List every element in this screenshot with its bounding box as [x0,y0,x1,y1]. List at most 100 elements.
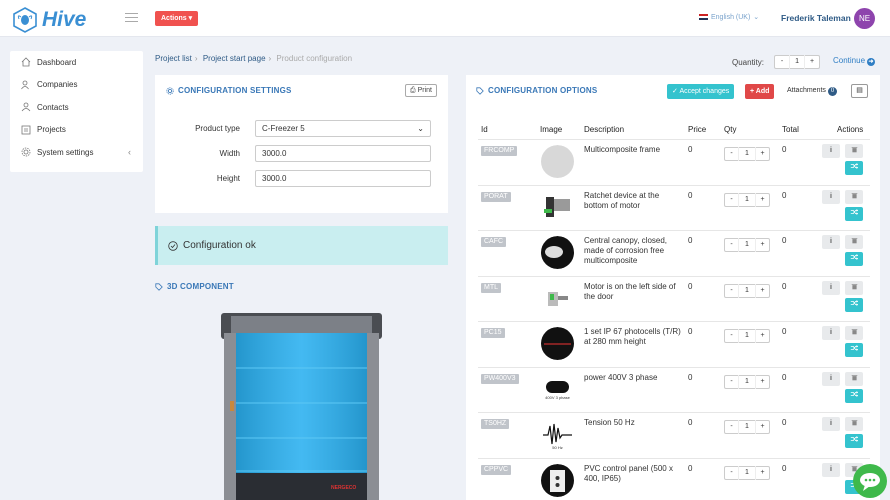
info-button[interactable]: i [822,417,840,431]
column-header-id: Id [481,125,488,134]
door-brand-text: NERGECO [331,485,356,491]
quantity-minus-button[interactable]: - [725,375,738,389]
quantity-minus-button[interactable]: - [725,466,738,480]
info-button[interactable]: i [822,371,840,386]
delete-button[interactable] [845,144,863,158]
gear-icon [166,86,174,95]
hive-logo[interactable]: Hive [12,7,86,33]
delete-button[interactable] [845,280,863,295]
quantity-input[interactable]: 1 [738,238,756,252]
replace-button[interactable] [845,161,863,175]
actions-button[interactable]: Actions ▾ [155,11,199,26]
quantity-plus-button[interactable]: + [756,238,769,252]
column-header-qty: Qty [724,125,737,134]
configuration-options-title: CONFIGURATION OPTIONS [476,86,597,95]
accept-changes-label: Accept changes [679,88,730,95]
quantity-minus-button[interactable]: - [725,193,738,207]
delete-button[interactable] [845,371,863,386]
chevron-down-icon: ⌄ [753,14,760,21]
replace-button[interactable] [845,297,863,312]
option-description: Tension 50 Hz [584,418,635,427]
quantity-plus-button[interactable]: + [756,375,769,389]
replace-button[interactable] [845,343,863,357]
product-type-select[interactable]: C-Freezer 5 ⌄ [255,120,431,137]
sidebar-item-system-settings[interactable]: System settings ‹ [10,141,143,164]
sidebar-item-companies[interactable]: Companies [10,74,143,97]
quantity-plus-button[interactable]: + [805,55,819,69]
print-button[interactable]: ⎙ Print [405,84,437,97]
info-button[interactable]: i [822,462,840,477]
language-selector[interactable]: English (UK) ⌄ [699,13,759,21]
menu-toggle-icon[interactable] [125,13,138,23]
user-name[interactable]: Frederik Taleman [781,13,851,23]
attachments-label: Attachments [787,87,826,94]
quantity-minus-button[interactable]: - [725,238,738,252]
delete-button[interactable] [845,326,863,340]
option-id: FRCOMP [481,146,518,156]
component-title-text: 3D COMPONENT [167,282,234,291]
attachments-count-badge: 0 [827,87,838,96]
sidebar-item-contacts[interactable]: Contacts [10,96,143,119]
shuffle-icon [850,163,859,169]
option-id: MTL [481,282,501,293]
info-button[interactable]: i [822,326,840,340]
quantity-input[interactable]: 1 [738,283,756,298]
quantity-minus-button[interactable]: - [725,329,738,343]
breadcrumb-project-start[interactable]: Project start page [203,54,266,63]
quantity-input[interactable]: 1 [789,55,806,69]
avatar[interactable]: NE [854,8,875,29]
info-button[interactable]: i [822,144,840,158]
delete-button[interactable] [845,417,863,431]
quantity-minus-button[interactable]: - [775,55,789,69]
attachments-link[interactable]: Attachments 0 [787,87,838,96]
height-label: Height [216,174,240,183]
info-button[interactable]: i [822,280,840,295]
quantity-minus-button[interactable]: - [725,420,738,434]
info-button[interactable]: i [822,189,840,204]
replace-button[interactable] [845,252,863,266]
quantity-input[interactable]: 1 [738,329,756,343]
trash-icon [851,238,857,244]
delete-button[interactable] [845,235,863,249]
breadcrumb-project-list[interactable]: Project list [155,54,192,63]
info-button[interactable]: i [822,235,840,249]
info-icon: i [830,147,832,154]
quantity-plus-button[interactable]: + [756,466,769,480]
continue-link[interactable]: Continue ➜ [833,56,876,66]
quantity-plus-button[interactable]: + [756,147,769,161]
sidebar-item-dashboard[interactable]: Dashboard [10,51,143,74]
add-option-button[interactable]: + Add [745,84,775,99]
quantity-minus-button[interactable]: - [725,147,738,161]
option-quantity-stepper: -1 + [724,465,770,480]
replace-button[interactable] [845,434,863,448]
product-type-label: Product type [195,124,240,133]
quantity-input[interactable]: 1 [738,147,756,161]
option-id: TS0HZ [481,419,510,429]
quantity-input[interactable]: 1 [738,465,756,480]
option-price: 0 [688,190,693,200]
quantity-input[interactable]: 1 [738,192,756,207]
height-row: Height 3000.0 [165,170,431,187]
shuffle-icon [850,345,859,351]
quantity-plus-button[interactable]: + [756,284,769,298]
catalog-button[interactable]: ▤ [851,84,868,98]
height-field[interactable]: 3000.0 [255,170,431,187]
trash-icon [851,192,857,198]
quantity-minus-button[interactable]: - [725,284,738,298]
option-quantity-stepper: -1 + [724,192,770,207]
quantity-plus-button[interactable]: + [756,420,769,434]
configuration-settings-title: CONFIGURATION SETTINGS [166,86,292,95]
width-field[interactable]: 3000.0 [255,145,431,162]
trash-icon [851,329,857,335]
quantity-plus-button[interactable]: + [756,329,769,343]
accept-changes-button[interactable]: ✓ Accept changes [667,84,735,99]
sidebar-item-projects[interactable]: Projects [10,119,143,142]
replace-button[interactable] [845,388,863,403]
quantity-input[interactable]: 1 [738,374,756,389]
chat-button[interactable] [853,464,887,498]
quantity-input[interactable]: 1 [738,420,756,434]
replace-button[interactable] [845,206,863,221]
delete-button[interactable] [845,189,863,204]
quantity-plus-button[interactable]: + [756,193,769,207]
info-icon: i [830,192,832,200]
